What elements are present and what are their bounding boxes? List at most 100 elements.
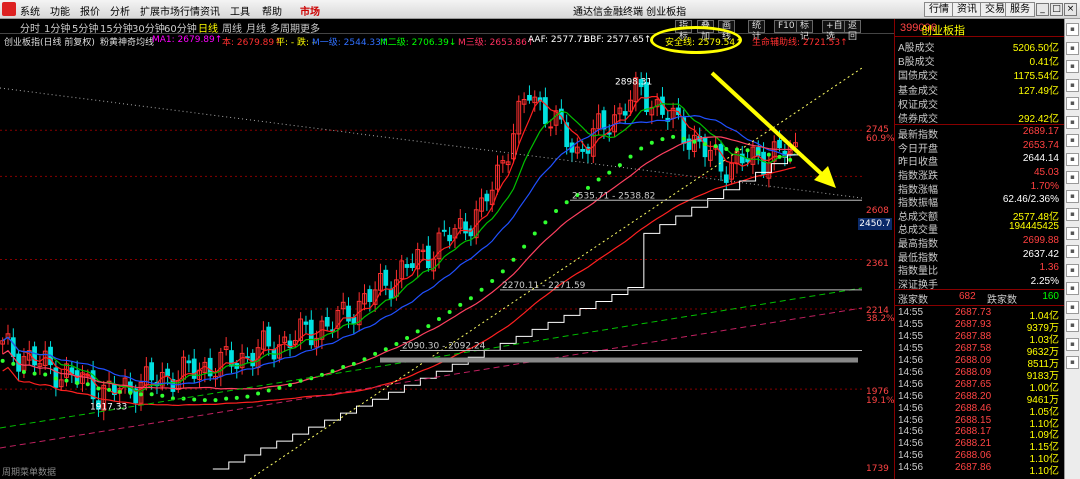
candle-body xyxy=(410,263,415,268)
minimize-icon[interactable]: _ xyxy=(1036,3,1049,16)
candle-body xyxy=(543,97,548,125)
title-bar: 通达信金融终端 创业板指 _ □ × 系统 功能 报价 分析 扩展市场行情 资讯 工具 帮助市… xyxy=(0,0,1080,19)
tick-row: 14:56 2688.15 1.10亿 xyxy=(895,414,1065,430)
axis-label-2: 2361 xyxy=(866,259,889,269)
app-logo-icon xyxy=(2,2,16,16)
side-tool-button[interactable]: ▪ xyxy=(1066,226,1079,240)
sidebar-row-b-9: 最低指数 2637.42 xyxy=(895,249,1065,264)
current-price-tag: 2450.7 xyxy=(858,218,892,230)
side-tool-button[interactable]: ▪ xyxy=(1066,23,1079,36)
safety-dot xyxy=(341,365,346,370)
safety-dot xyxy=(649,140,654,145)
tick-row: 14:56 2687.86 1.10亿 xyxy=(895,462,1065,477)
menu-item-6[interactable]: 工具 xyxy=(230,3,250,18)
safety-dot xyxy=(373,351,378,356)
period-tab-3[interactable]: 15分钟 xyxy=(100,20,133,35)
range-label: 2090.30 - 2092.24 xyxy=(402,341,486,351)
safety-dot xyxy=(330,369,335,374)
tick-row: 14:56 2688.46 1.05亿 xyxy=(895,402,1065,418)
side-tool-button[interactable]: ▪ xyxy=(1066,356,1079,369)
tick-time: 14:56 xyxy=(898,414,924,426)
side-tool-button[interactable]: ▪ xyxy=(1066,115,1079,129)
safety-dot xyxy=(362,357,367,362)
menu-item-8[interactable]: 市场 xyxy=(300,3,320,18)
updown-row: 涨家数 682 跌家数 160 xyxy=(895,291,1065,306)
indicator-4: 平: - 跌: - xyxy=(276,38,316,48)
side-tool-button[interactable]: ▪ xyxy=(1066,41,1079,55)
safety-dot xyxy=(11,361,16,366)
sidebar-value: 127.49亿 xyxy=(1018,85,1059,97)
period-tab-9[interactable]: 多周期 xyxy=(270,20,300,35)
safety-dot xyxy=(436,317,441,322)
tool-button-5[interactable]: 标记 xyxy=(796,20,814,42)
side-tool-button[interactable]: ▪ xyxy=(1066,300,1079,314)
side-tool-button[interactable]: ▪ xyxy=(1066,263,1079,277)
safety-dot xyxy=(490,278,495,283)
side-tool-button[interactable]: ▪ xyxy=(1066,97,1079,110)
close-icon[interactable]: × xyxy=(1064,3,1077,16)
side-tool-button[interactable]: ▪ xyxy=(1066,208,1079,221)
quote-sidebar: 399006 创业板指 A股成交 5206.50亿 B股成交 0.41亿 国债成交 117… xyxy=(894,19,1065,479)
side-tool-button[interactable]: ▪ xyxy=(1066,134,1079,147)
menu-item-3[interactable]: 分析 xyxy=(110,3,130,18)
period-tab-2[interactable]: 5分钟 xyxy=(72,20,98,35)
period-tab-6[interactable]: 日线 xyxy=(198,20,218,35)
sidebar-row-b-0: 最新指数 2689.17 xyxy=(895,126,1065,141)
period-tab-0[interactable]: 分时 xyxy=(20,20,40,35)
side-tool-button[interactable]: ▪ xyxy=(1066,337,1079,351)
menu-item-7[interactable]: 帮助 xyxy=(262,3,282,18)
side-tool-button[interactable]: ▪ xyxy=(1066,60,1079,73)
side-tool-button[interactable]: ▪ xyxy=(1066,78,1079,92)
period-tab-7[interactable]: 周线 xyxy=(222,20,242,35)
safety-dot xyxy=(628,154,633,159)
safety-dot xyxy=(149,392,154,397)
sidebar-row-a-4: 权证成交 xyxy=(895,96,1065,111)
candle-body xyxy=(346,305,351,322)
period-tab-10[interactable]: 更多 xyxy=(300,20,320,35)
highlight-ellipse xyxy=(650,26,742,54)
menu-item-4[interactable]: 扩展市场行情 xyxy=(140,3,200,18)
sidebar-row-a-5: 债券成交 292.42亿 xyxy=(895,110,1065,125)
tick-price: 2688.15 xyxy=(955,414,992,426)
candle-body xyxy=(484,193,490,202)
menu-item-2[interactable]: 报价 xyxy=(80,3,100,18)
kline-chart[interactable]: 2535.71 - 2538.82 2270.11 - 2271.59 2090.3… xyxy=(0,48,862,479)
safety-dot xyxy=(266,388,271,393)
sidebar-row-b-2: 昨日收盘 2644.14 xyxy=(895,153,1065,168)
candle-body xyxy=(441,229,447,232)
side-tool-button[interactable]: ▪ xyxy=(1066,319,1079,332)
menu-item-5[interactable]: 资讯 xyxy=(200,3,220,18)
tool-button-6[interactable]: +自选 xyxy=(822,20,847,42)
tool-button-3[interactable]: 统计 xyxy=(748,20,766,42)
side-tool-button[interactable]: ▪ xyxy=(1066,282,1079,295)
side-tool-button[interactable]: ▪ xyxy=(1066,245,1079,258)
side-tool-button[interactable]: ▪ xyxy=(1066,152,1079,166)
candle-body xyxy=(388,288,394,299)
tool-button-7[interactable]: 返回 xyxy=(844,20,862,42)
safety-dot xyxy=(564,200,569,205)
safety-dot xyxy=(32,371,37,376)
tick-time: 14:56 xyxy=(898,402,924,414)
menu-item-1[interactable]: 功能 xyxy=(50,3,70,18)
title-button-0[interactable]: 行情 xyxy=(924,2,954,17)
safety-dot xyxy=(596,177,601,182)
sidebar-value: 292.42亿 xyxy=(1018,114,1059,125)
tick-price: 2688.06 xyxy=(955,450,992,462)
menu-item-0[interactable]: 系统 xyxy=(20,3,40,18)
range-label: 2270.11 - 2271.59 xyxy=(502,281,586,291)
tick-price: 2688.20 xyxy=(955,390,992,402)
title-button-1[interactable]: 资讯 xyxy=(952,2,982,17)
period-tab-5[interactable]: 60分钟 xyxy=(164,20,197,35)
period-tab-1[interactable]: 1分钟 xyxy=(44,20,70,35)
maximize-icon[interactable]: □ xyxy=(1050,3,1063,16)
period-tab-8[interactable]: 月线 xyxy=(246,20,266,35)
tool-button-4[interactable]: F10 xyxy=(774,20,799,33)
side-tool-button[interactable]: ▪ xyxy=(1066,189,1079,203)
side-tool-button[interactable]: ▪ xyxy=(1066,171,1079,184)
tick-row: 14:55 2687.73 1.04亿 xyxy=(895,307,1065,322)
safety-dot xyxy=(256,391,261,396)
title-button-3[interactable]: 服务 xyxy=(1005,2,1035,17)
tick-row: 14:56 2687.65 1.00亿 xyxy=(895,379,1065,394)
candle-body xyxy=(447,234,452,242)
period-tab-4[interactable]: 30分钟 xyxy=(132,20,165,35)
